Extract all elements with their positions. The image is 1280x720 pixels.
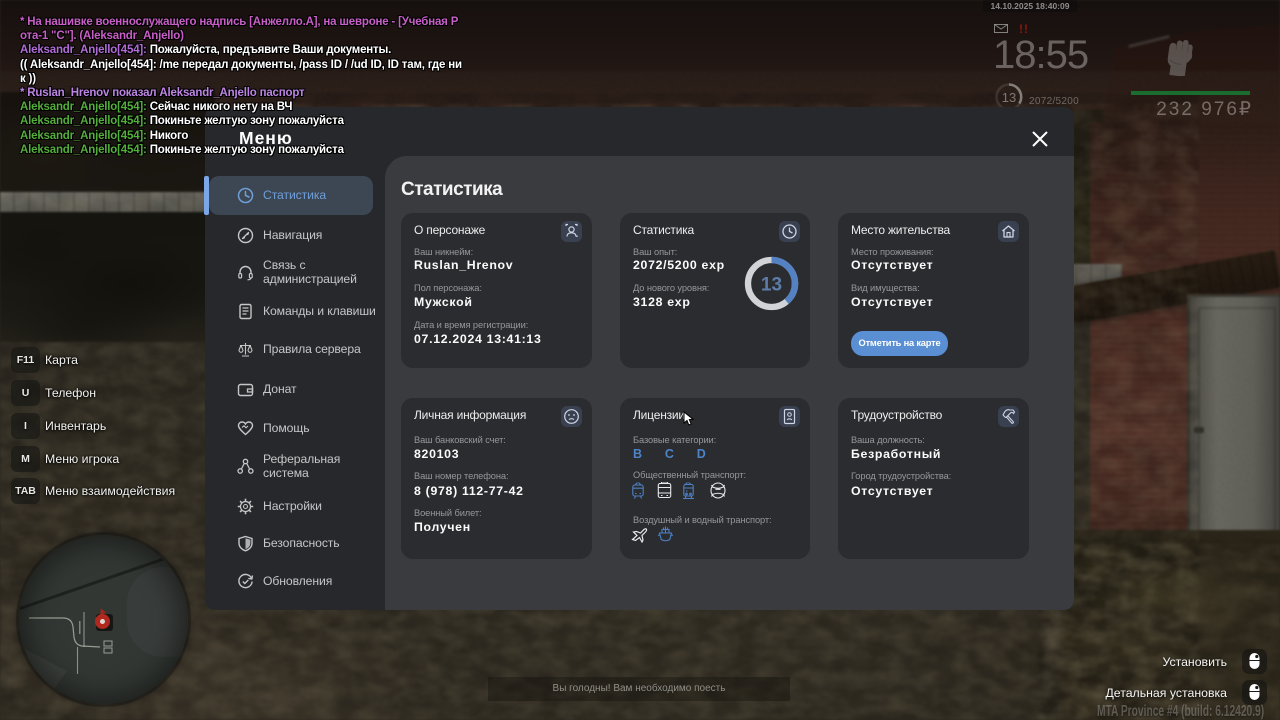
svg-text:13: 13 [761,275,782,296]
